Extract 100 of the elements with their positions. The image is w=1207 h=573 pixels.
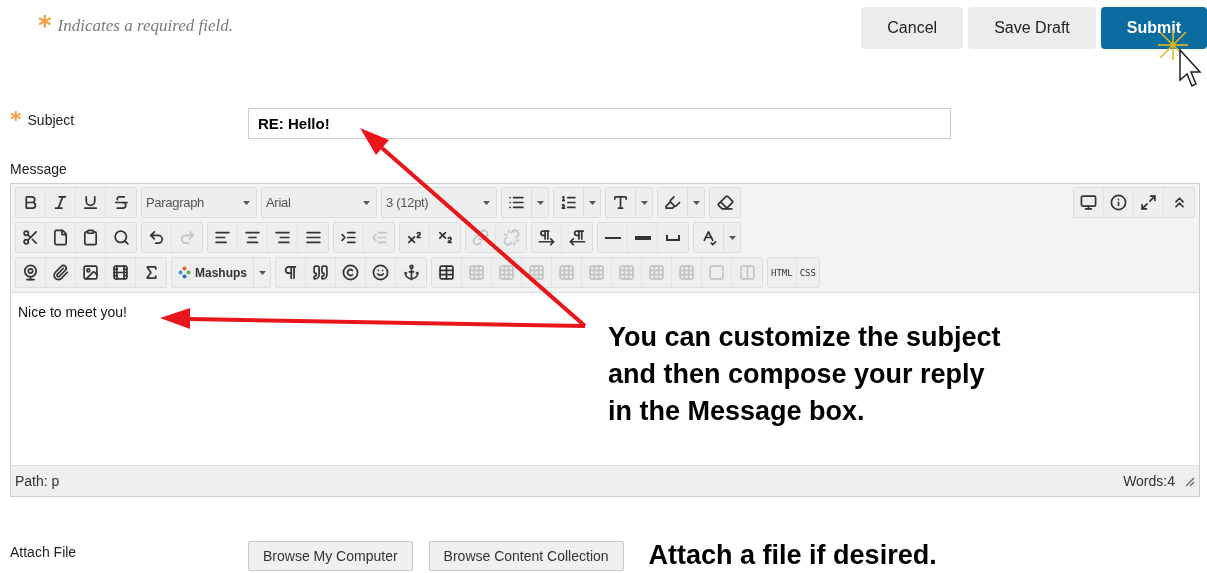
- smiley-icon: [372, 264, 389, 281]
- format-select[interactable]: Paragraph: [142, 188, 256, 217]
- outdent-icon: [370, 229, 388, 246]
- action-button[interactable]: Save Draft: [968, 7, 1096, 49]
- paste-icon: [82, 229, 99, 246]
- strikethrough-icon: [112, 194, 130, 211]
- required-marker: *: [38, 13, 52, 39]
- browse-button[interactable]: Browse My Computer: [248, 540, 413, 571]
- space-icon: [666, 234, 680, 241]
- copyright-icon: [342, 264, 359, 281]
- message-label: Message: [10, 161, 68, 177]
- submit-button[interactable]: Submit: [1100, 7, 1207, 49]
- annotation-text: Attach a file if desired.: [648, 540, 937, 571]
- message-text: Nice to meet you!: [18, 304, 127, 320]
- italic-icon: [52, 194, 69, 211]
- select-value: Paragraph: [146, 195, 204, 210]
- spellcheck-icon: [700, 229, 717, 246]
- select-value: Arial: [266, 195, 291, 210]
- caret-icon: [692, 200, 700, 205]
- columns-icon: [738, 264, 756, 281]
- browse-button[interactable]: Browse Content Collection: [428, 540, 624, 571]
- superscript-icon: [406, 229, 423, 246]
- caret-icon: [588, 200, 596, 205]
- align-right-icon: [274, 229, 291, 246]
- split-button[interactable]: [554, 188, 600, 217]
- split-button[interactable]: [694, 223, 740, 252]
- table-cell-icon: [498, 264, 515, 281]
- table-cell-icon: [618, 264, 635, 281]
- numbered-list-icon: [560, 194, 577, 211]
- webcam-button[interactable]: [16, 258, 46, 287]
- webcam-icon: [22, 264, 39, 281]
- split-button[interactable]: [606, 188, 652, 217]
- caret-icon: [536, 200, 544, 205]
- redo-icon: [178, 229, 196, 246]
- required-marker: *: [10, 109, 22, 131]
- split-button[interactable]: [502, 188, 548, 217]
- info-icon: [1110, 194, 1127, 211]
- attach-label: Attach File: [10, 543, 78, 560]
- caret-icon: [243, 200, 250, 205]
- quote-icon: [312, 264, 329, 281]
- align-center-icon: [244, 229, 261, 246]
- bold-button[interactable]: [16, 188, 46, 217]
- indent-button[interactable]: [334, 223, 364, 252]
- bold-icon: [22, 194, 39, 211]
- search-icon: [112, 229, 130, 246]
- right-to-left-icon: [568, 229, 586, 246]
- subject-label: Subject: [27, 112, 75, 128]
- table-button[interactable]: [432, 258, 462, 287]
- table-cell-icon: [648, 264, 665, 281]
- caret-icon: [258, 270, 266, 275]
- table-cell-icon: [588, 264, 605, 281]
- cut-button[interactable]: [16, 223, 46, 252]
- horizontal-line-button[interactable]: [598, 223, 628, 252]
- left-to-right-button[interactable]: [532, 223, 562, 252]
- copy-icon: [52, 229, 69, 246]
- subject-field[interactable]: RE: Hello!: [248, 108, 951, 139]
- pilcrow-icon: [282, 264, 299, 281]
- select-value: 3 (12pt): [386, 195, 429, 210]
- caret-icon: [363, 200, 370, 205]
- link-icon: [472, 229, 489, 246]
- format-select[interactable]: Arial: [262, 188, 376, 217]
- align-left-icon: [214, 229, 231, 246]
- table-cell-icon: [678, 264, 695, 281]
- subscript-icon: [436, 229, 454, 246]
- mashup-icon: [178, 266, 191, 279]
- indent-icon: [340, 229, 357, 246]
- table-cell-icon: [468, 264, 485, 281]
- align-justify-icon: [304, 229, 322, 246]
- undo-button[interactable]: [142, 223, 172, 252]
- source-button[interactable]: HTML: [768, 258, 797, 287]
- image-icon: [82, 264, 99, 281]
- superscript-button[interactable]: [400, 223, 430, 252]
- action-button[interactable]: Cancel: [861, 7, 964, 49]
- callout-text: You can customize the subject and then compose your reply in the Message box.: [608, 321, 1001, 428]
- table-icon: [438, 264, 455, 281]
- eraser-button[interactable]: [710, 188, 740, 217]
- caret-icon: [640, 200, 648, 205]
- highlighter-icon: [664, 194, 681, 211]
- required-note: Indicates a required field.: [57, 16, 233, 36]
- square-icon: [708, 264, 725, 281]
- monitor-button[interactable]: [1074, 188, 1104, 217]
- fullscreen-icon: [1140, 194, 1157, 211]
- word-count: Words:4: [1123, 473, 1175, 489]
- caret-icon: [483, 200, 490, 205]
- bullet-list-icon: [508, 194, 525, 211]
- table-cell-icon: [528, 264, 545, 281]
- undo-icon: [148, 229, 165, 246]
- split-button[interactable]: Mashups: [172, 258, 270, 287]
- cut-icon: [22, 229, 39, 246]
- align-left-button[interactable]: [208, 223, 238, 252]
- eraser-icon: [716, 194, 734, 211]
- paperclip-icon: [52, 264, 69, 281]
- table-cell-icon: [558, 264, 575, 281]
- format-select[interactable]: 3 (12pt): [382, 188, 496, 217]
- pilcrow-button[interactable]: [276, 258, 306, 287]
- mashups-label: Mashups: [195, 265, 247, 280]
- split-button[interactable]: [658, 188, 704, 217]
- element-path: Path: p: [15, 473, 60, 489]
- resize-handle-icon[interactable]: [1183, 475, 1195, 487]
- unlink-icon: [502, 229, 520, 246]
